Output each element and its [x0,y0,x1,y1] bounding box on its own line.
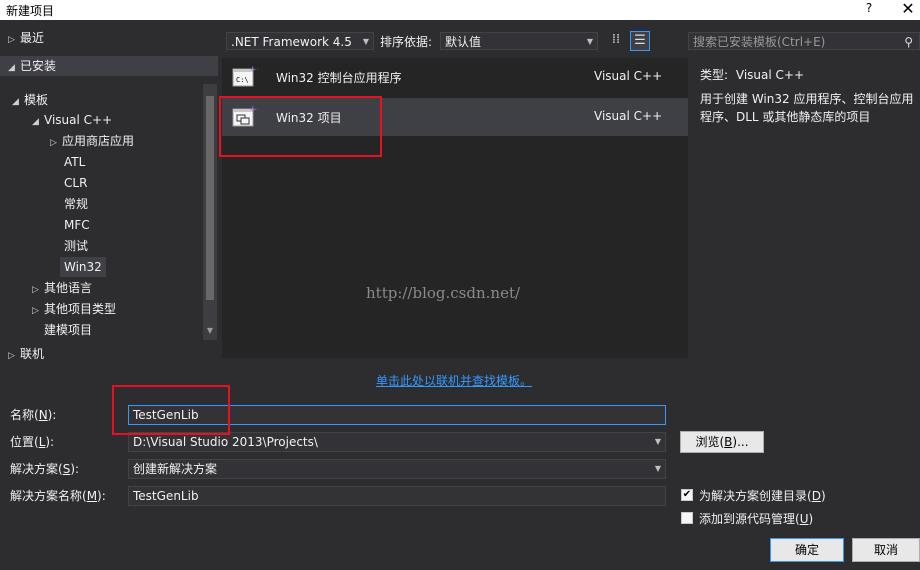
svg-text:C:\: C:\ [236,76,249,84]
template-language: Visual C++ [594,109,663,123]
expand-arrow-icon: ▷ [32,285,39,295]
tree-item-label: 联机 [20,347,45,361]
title-bar: 新建项目 ? ✕ [0,0,920,20]
location-label: 位置(L): [10,435,55,449]
template-description: 类型: Visual C++ 用于创建 Win32 应用程序、控制台应用程序、D… [690,58,920,358]
tree-item-installed[interactable]: ◢ 已安装 [0,56,218,76]
svg-text:++: ++ [249,65,258,75]
watermark: http://blog.csdn.net/ [366,284,521,302]
add-source-control-checkbox[interactable] [681,512,693,524]
tree-item-general[interactable]: 常规 [64,194,88,214]
solution-name-field[interactable]: TestGenLib [128,486,666,506]
template-tree: ▷ 最近 ◢ 已安装 ◢ 模板 ◢ Visual C++ ▷ 应用商店应用 ATL CLR… [0,26,218,370]
solution-label: 解决方案(S): [10,462,80,476]
tree-item-visual-cpp[interactable]: ◢ Visual C++ [32,110,112,130]
chevron-down-icon: ▼ [654,464,661,473]
tree-item-mfc[interactable]: MFC [64,215,90,235]
solution-name-label: 解决方案名称(M): [10,489,106,503]
tree-item-label: 最近 [20,31,45,45]
name-highlight-box [112,385,230,435]
console-app-icon: C:\ ++ [232,64,264,88]
help-button[interactable]: ? [860,1,878,19]
browse-button[interactable]: 浏览(B)... [680,431,764,453]
list-view-icon[interactable]: ☰ [630,31,650,51]
tree-item-label: 已安装 [20,59,57,73]
sort-label: 排序依据: [380,35,433,49]
sort-select[interactable]: 默认值 ▼ [440,32,598,50]
close-icon[interactable]: ✕ [898,0,918,20]
tree-item-test[interactable]: 测试 [64,236,88,256]
ok-button[interactable]: 确定 [770,538,844,562]
create-directory-checkbox[interactable]: ✔ [681,489,693,501]
chevron-down-icon: ▼ [362,37,369,46]
template-name: Win32 控制台应用程序 [276,71,402,85]
create-directory-label: 为解决方案创建目录(D) [699,489,826,503]
tree-item-templates[interactable]: ◢ 模板 [12,90,48,110]
tree-item-other-languages[interactable]: ▷ 其他语言 [32,278,92,298]
tree-item-modeling-projects[interactable]: 建模项目 [44,320,92,340]
search-icon[interactable]: ⚲ [904,33,913,51]
type-value: Visual C++ [735,68,805,82]
tree-item-clr[interactable]: CLR [64,173,87,193]
expand-arrow-icon: ▷ [8,35,15,45]
description-type: 类型: Visual C++ [700,66,804,83]
expand-arrow-icon: ▷ [8,351,15,361]
solution-value: 创建新解决方案 [133,462,218,476]
tree-scrollbar-thumb[interactable] [206,96,214,300]
tree-item-other-project-types[interactable]: ▷ 其他项目类型 [32,299,116,319]
framework-select[interactable]: .NET Framework 4.5 ▼ [226,32,374,50]
search-input[interactable]: 搜索已安装模板(Ctrl+E) ⚲ [688,32,920,50]
tree-item-atl[interactable]: ATL [64,152,85,172]
scroll-down-arrow-icon[interactable]: ▼ [204,326,216,338]
tree-item-win32[interactable]: Win32 [60,257,106,277]
tree-item-store-apps[interactable]: ▷ 应用商店应用 [50,131,134,151]
tree-item-label: 模板 [24,93,49,107]
template-row[interactable]: C:\ ++ Win32 控制台应用程序 Visual C++ [222,58,688,96]
add-source-control-label: 添加到源代码管理(U) [699,512,814,526]
tree-item-online[interactable]: ▷ 联机 [8,344,44,364]
search-placeholder: 搜索已安装模板(Ctrl+E) [693,35,826,49]
window-title: 新建项目 [6,4,55,18]
sort-select-value: 默认值 [445,35,482,49]
description-text: 用于创建 Win32 应用程序、控制台应用程序、DLL 或其他静态库的项目 [700,92,914,124]
collapse-arrow-icon: ◢ [32,117,39,127]
tree-item-recent[interactable]: ▷ 最近 [8,28,44,48]
location-field[interactable]: D:\Visual Studio 2013\Projects\ ▼ [128,432,666,452]
cancel-button[interactable]: 取消 [852,538,920,562]
small-icons-view-icon[interactable]: ⁞⁞ [606,31,626,51]
expand-arrow-icon: ▷ [50,138,57,148]
location-value: D:\Visual Studio 2013\Projects\ [133,435,318,449]
name-label: 名称(N): [10,408,57,422]
tree-item-label: Visual C++ [44,113,113,127]
type-label: 类型: [700,68,729,82]
expand-arrow-icon: ▷ [32,306,39,316]
tree-item-label: 其他项目类型 [44,302,117,316]
collapse-arrow-icon: ◢ [12,97,19,107]
tree-item-label: 应用商店应用 [62,134,135,148]
framework-select-value: .NET Framework 4.5 [231,35,352,49]
chevron-down-icon: ▼ [586,37,593,46]
highlight-box [219,96,382,157]
collapse-arrow-icon: ◢ [8,63,15,73]
online-templates-link[interactable]: 单击此处以联机并查找模板。 [376,372,532,389]
chevron-down-icon: ▼ [654,437,661,446]
tree-item-label: 其他语言 [44,281,93,295]
solution-select[interactable]: 创建新解决方案 ▼ [128,459,666,479]
template-language: Visual C++ [594,69,663,83]
